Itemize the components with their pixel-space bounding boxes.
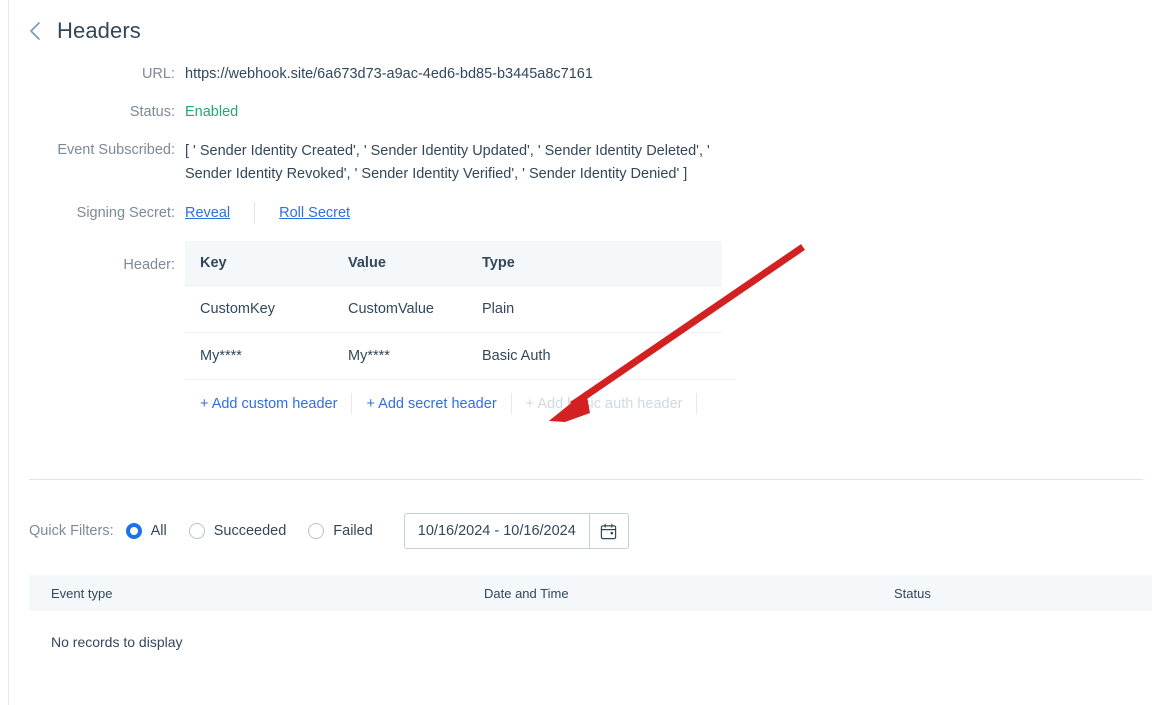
headers-table-wrap: Key Value Type CustomKey CustomValue Pla…	[185, 241, 736, 427]
add-custom-header-link[interactable]: + Add custom header	[185, 396, 351, 412]
cell-type: Plain	[467, 285, 722, 333]
detail-row-header-table: Header: Key Value Type CustomKey CustomV…	[9, 241, 1152, 427]
radio-succeeded-indicator[interactable]	[188, 523, 205, 539]
radio-succeeded-label: Succeeded	[213, 523, 287, 539]
radio-all-label: All	[150, 523, 167, 539]
cell-type: Basic Auth	[467, 332, 722, 379]
radio-all-indicator[interactable]	[125, 523, 142, 539]
url-label: URL:	[141, 66, 175, 82]
detail-row-url: URL: https://webhook.site/6a673d73-a9ac-…	[9, 64, 1152, 84]
events-subscribed-value: [ ' Sender Identity Created', ' Sender I…	[185, 143, 710, 182]
action-divider	[696, 393, 698, 414]
add-header-actions: + Add custom header + Add secret header …	[185, 379, 736, 427]
detail-row-events: Event Subscribed: [ ' Sender Identity Cr…	[9, 140, 1152, 185]
link-divider	[254, 202, 256, 224]
events-table-empty-message: No records to display	[51, 634, 183, 650]
add-basic-auth-header-link: + Add basic auth header	[525, 395, 683, 412]
radio-all[interactable]: All	[125, 523, 167, 539]
column-header-event-type: Event type	[51, 585, 113, 601]
reveal-secret-link[interactable]: Reveal	[185, 203, 230, 223]
date-range-picker[interactable]: 10/16/2024 - 10/16/2024	[403, 513, 629, 549]
page-header: Headers	[9, 0, 1152, 44]
header-label: Header:	[123, 257, 175, 273]
radio-failed[interactable]: Failed	[308, 523, 373, 539]
quick-filters-bar: Quick Filters: All Succeeded Failed 10/1…	[29, 513, 629, 549]
radio-failed-indicator[interactable]	[308, 523, 325, 539]
column-header-status: Status	[894, 585, 931, 601]
headers-table-head-row: Key Value Type	[185, 241, 722, 286]
roll-secret-link[interactable]: Roll Secret	[279, 203, 350, 223]
radio-failed-label: Failed	[333, 523, 373, 539]
events-table-head-row: Event type Date and Time Status	[29, 575, 1152, 611]
url-value: https://webhook.site/6a673d73-a9ac-4ed6-…	[185, 66, 593, 82]
column-header-value: Value	[333, 241, 467, 286]
column-header-date-time: Date and Time	[484, 585, 569, 601]
headers-table: Key Value Type CustomKey CustomValue Pla…	[185, 241, 722, 379]
detail-row-signing-secret: Signing Secret: Reveal Roll Secret	[9, 202, 1152, 224]
calendar-icon[interactable]	[588, 514, 628, 548]
cell-value: My****	[333, 332, 467, 379]
chevron-left-icon[interactable]	[23, 20, 45, 42]
signing-secret-actions: Reveal Roll Secret	[185, 202, 350, 224]
table-row: My**** My**** Basic Auth	[185, 332, 722, 379]
cell-key: CustomKey	[185, 285, 333, 333]
add-secret-header-link[interactable]: + Add secret header	[352, 396, 510, 412]
column-header-key: Key	[185, 241, 333, 286]
quick-filters-label: Quick Filters:	[29, 523, 114, 539]
cell-value: CustomValue	[333, 285, 467, 333]
column-header-type: Type	[467, 241, 722, 286]
section-divider	[29, 479, 1143, 480]
status-label: Status:	[129, 104, 175, 120]
detail-row-status: Status: Enabled	[9, 102, 1152, 122]
events-table: Event type Date and Time Status No recor…	[29, 575, 1152, 650]
webhook-details: URL: https://webhook.site/6a673d73-a9ac-…	[9, 64, 1152, 427]
date-range-input[interactable]: 10/16/2024 - 10/16/2024	[405, 514, 589, 548]
cell-key: My****	[185, 332, 333, 379]
table-row: CustomKey CustomValue Plain	[185, 285, 722, 333]
events-subscribed-label: Event Subscribed:	[57, 142, 175, 158]
radio-succeeded[interactable]: Succeeded	[188, 523, 287, 539]
status-badge: Enabled	[185, 104, 239, 120]
signing-secret-label: Signing Secret:	[76, 205, 175, 221]
page-title: Headers	[57, 18, 141, 43]
